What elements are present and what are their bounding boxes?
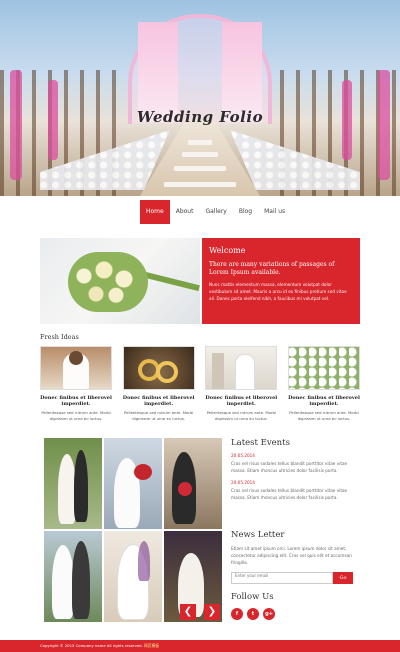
nav-item-blog[interactable]: Blog	[233, 200, 258, 224]
idea-thumbnail[interactable]	[287, 346, 360, 390]
newsletter-email-input[interactable]: Enter your email	[231, 572, 333, 584]
newsletter-submit-button[interactable]: Go	[333, 572, 353, 584]
aisle-step	[188, 140, 212, 145]
idea-title: Donec finibus et liberovel imperdiet.	[122, 395, 195, 407]
idea-thumbnail[interactable]	[40, 346, 112, 390]
welcome-body: Nunc mattis elementum massa, elementum v…	[209, 282, 347, 301]
idea-card[interactable]: Donec finibus et liberovel imperdiet. Pe…	[40, 346, 112, 422]
event-date: 20.05.2014	[231, 453, 255, 458]
bouquet-stems	[140, 270, 200, 292]
gallery-photo[interactable]	[104, 531, 162, 622]
hero-banner: Wedding Folio	[0, 0, 400, 196]
idea-card[interactable]: Donec finibus et liberovel imperdiet. Pe…	[205, 346, 278, 422]
facebook-icon[interactable]: f	[231, 608, 243, 620]
latest-events: Latest Events 20.05.2014 Cras vel risus …	[231, 438, 361, 501]
idea-thumbnail[interactable]	[122, 346, 195, 390]
idea-card[interactable]: Donec finibus et liberovel imperdiet. Pe…	[287, 346, 360, 422]
welcome-image	[40, 238, 200, 324]
aisle-step	[164, 182, 236, 187]
welcome-subheading: There are many variations of passages of…	[209, 261, 335, 276]
photo-gallery	[44, 438, 222, 622]
nav-item-about[interactable]: About	[170, 200, 200, 224]
welcome-panel: Welcome There are many variations of pas…	[202, 238, 360, 324]
events-title: Latest Events	[231, 438, 290, 448]
footer: Copyright © 2015 Company name All rights…	[0, 640, 400, 652]
idea-title: Donec finibus et liberovel imperdiet.	[40, 395, 112, 407]
nav-item-home[interactable]: Home	[140, 200, 170, 224]
idea-title: Donec finibus et liberovel imperdiet.	[288, 395, 360, 407]
gallery-photo[interactable]	[44, 438, 102, 529]
idea-card[interactable]: Donec finibus et liberovel imperdiet. Pe…	[122, 346, 195, 422]
idea-text: Pellentesque sed rutrum ante. Morbi dign…	[123, 410, 194, 421]
google-plus-icon[interactable]: g+	[263, 608, 275, 620]
arch-curtain	[138, 22, 178, 122]
gallery-photo[interactable]	[104, 438, 162, 529]
gallery-next-button[interactable]: ❯	[204, 604, 220, 620]
fresh-ideas-title: Fresh Ideas	[40, 333, 79, 341]
footer-link[interactable]: 网页模板	[144, 643, 159, 648]
event-text: Cras vel risus sodales tellus blandit po…	[231, 461, 348, 473]
arch-curtain	[222, 22, 262, 122]
follow-title: Follow Us	[231, 592, 274, 602]
aisle-step	[174, 166, 226, 171]
follow-us: Follow Us f t g+	[231, 592, 361, 620]
bouquet	[68, 252, 148, 312]
newsletter-form: Enter your email Go	[231, 572, 361, 584]
idea-thumbnail[interactable]	[205, 346, 278, 390]
fresh-ideas-list: Donec finibus et liberovel imperdiet. Pe…	[40, 346, 360, 422]
newsletter: News Letter Etiam sit amet ipsum orci. L…	[231, 530, 361, 584]
idea-title: Donec finibus et liberovel imperdiet.	[205, 395, 278, 407]
idea-text: Pellentesque sed rutrum ante. Morbi dign…	[41, 410, 111, 421]
newsletter-text: Etiam sit amet ipsum orci. Lorem ipsum d…	[231, 546, 352, 565]
event-date: 20.05.2014	[231, 480, 255, 485]
welcome-heading: Welcome	[209, 246, 246, 255]
footer-copyright: Copyright © 2015 Company name All rights…	[40, 643, 143, 648]
gallery-photo[interactable]	[164, 438, 222, 529]
aisle-step	[182, 152, 218, 157]
newsletter-title: News Letter	[231, 530, 285, 540]
gallery-photo[interactable]	[44, 531, 102, 622]
idea-text: Pellentesque sed rutrum ante. Morbi dign…	[289, 410, 359, 421]
nav-item-gallery[interactable]: Gallery	[199, 200, 232, 224]
gallery-prev-button[interactable]: ❮	[180, 604, 196, 620]
social-icons: f t g+	[231, 608, 361, 620]
idea-text: Pellentesque sed rutrum ante. Morbi dign…	[206, 410, 276, 421]
nav-item-mail-us[interactable]: Mail us	[258, 200, 291, 224]
twitter-icon[interactable]: t	[247, 608, 259, 620]
event-text: Cras vel risus sodales tellus blandit po…	[231, 488, 348, 500]
main-nav: Home About Gallery Blog Mail us	[140, 200, 291, 224]
site-title: Wedding Folio	[136, 108, 264, 126]
